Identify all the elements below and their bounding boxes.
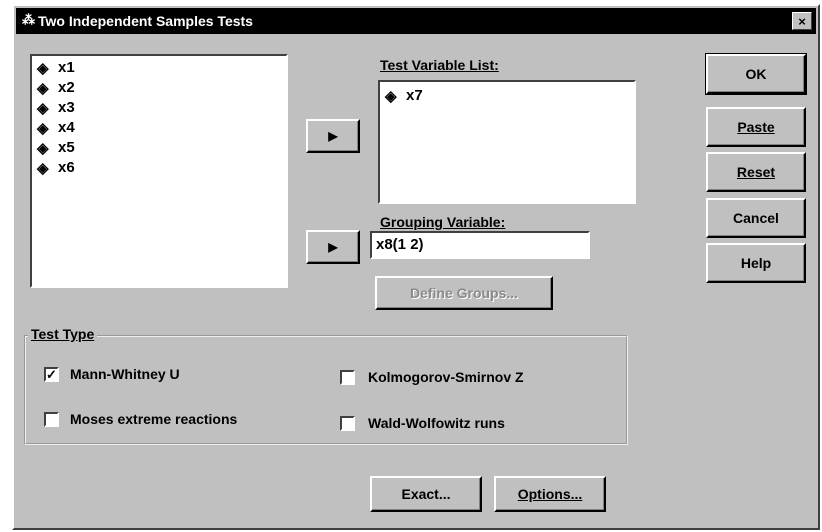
moses-label[interactable]: Moses extreme reactions (70, 411, 237, 427)
ruler-icon: ◈ (37, 100, 49, 117)
wald-wolfowitz-label[interactable]: Wald-Wolfowitz runs (368, 415, 505, 431)
grouping-variable-field[interactable]: x8(1 2) (370, 231, 590, 259)
paste-button[interactable]: Paste (706, 107, 806, 147)
mann-whitney-checkbox[interactable]: ✓ (44, 367, 59, 382)
variable-list-item[interactable]: ◈ x4 (32, 118, 286, 138)
kolmogorov-smirnov-label[interactable]: Kolmogorov-Smirnov Z (368, 369, 524, 385)
app-icon: ⁂ (22, 12, 35, 27)
test-variable-list-label: Test Variable List: (380, 57, 499, 73)
reset-button[interactable]: Reset (706, 152, 806, 192)
close-icon: × (798, 14, 806, 29)
variable-name: x3 (58, 99, 75, 116)
variable-name: x6 (58, 159, 75, 176)
move-to-test-variable-button[interactable]: ▶ (306, 119, 360, 153)
variable-name: x7 (406, 87, 423, 104)
window-title: Two Independent Samples Tests (38, 13, 253, 29)
variable-name: x1 (58, 59, 75, 76)
variable-list-item[interactable]: ◈ x7 (380, 86, 634, 106)
title-bar[interactable]: ⁂ Two Independent Samples Tests × (16, 8, 816, 34)
paste-label: Paste (737, 119, 775, 135)
close-button[interactable]: × (792, 12, 812, 30)
variable-name: x5 (58, 139, 75, 156)
help-label: Help (740, 255, 772, 271)
variable-list-item[interactable]: ◈ x1 (32, 58, 286, 78)
move-to-grouping-variable-button[interactable]: ▶ (306, 230, 360, 264)
cancel-button[interactable]: Cancel (706, 198, 806, 238)
kolmogorov-smirnov-checkbox[interactable] (340, 370, 355, 385)
variable-list-item[interactable]: ◈ x5 (32, 138, 286, 158)
ruler-icon: ◈ (37, 80, 49, 97)
test-type-legend: Test Type (28, 326, 98, 342)
arrow-right-icon: ▶ (328, 240, 338, 254)
options-label: Options... (517, 486, 583, 502)
exact-button[interactable]: Exact... (370, 476, 482, 512)
options-button[interactable]: Options... (494, 476, 606, 512)
test-variable-list[interactable]: ◈ x7 (378, 80, 636, 204)
ruler-icon: ◈ (37, 60, 49, 77)
variable-name: x2 (58, 79, 75, 96)
variable-list-item[interactable]: ◈ x6 (32, 158, 286, 178)
mann-whitney-label[interactable]: Mann-Whitney U (70, 366, 180, 382)
ruler-icon: ◈ (37, 160, 49, 177)
define-groups-button[interactable]: Define Groups... (375, 276, 553, 310)
arrow-right-icon: ▶ (328, 129, 338, 143)
exact-label: Exact... (401, 486, 451, 502)
moses-checkbox[interactable] (44, 412, 59, 427)
define-groups-label: Define Groups... (409, 285, 519, 301)
ok-button[interactable]: OK (705, 53, 807, 95)
wald-wolfowitz-checkbox[interactable] (340, 416, 355, 431)
checkmark-icon: ✓ (46, 367, 57, 382)
reset-label: Reset (736, 164, 776, 180)
ruler-icon: ◈ (37, 120, 49, 137)
ok-label: OK (745, 66, 767, 82)
ruler-icon: ◈ (385, 88, 397, 105)
test-type-group (24, 335, 628, 445)
grouping-variable-label: Grouping Variable: (380, 214, 506, 230)
variable-name: x4 (58, 119, 75, 136)
cancel-label: Cancel (733, 210, 779, 226)
source-variable-list[interactable]: ◈ x1 ◈ x2 ◈ x3 ◈ x4 ◈ x5 ◈ x6 (30, 54, 288, 288)
variable-list-item[interactable]: ◈ x3 (32, 98, 286, 118)
ruler-icon: ◈ (37, 140, 49, 157)
help-button[interactable]: Help (706, 243, 806, 283)
variable-list-item[interactable]: ◈ x2 (32, 78, 286, 98)
